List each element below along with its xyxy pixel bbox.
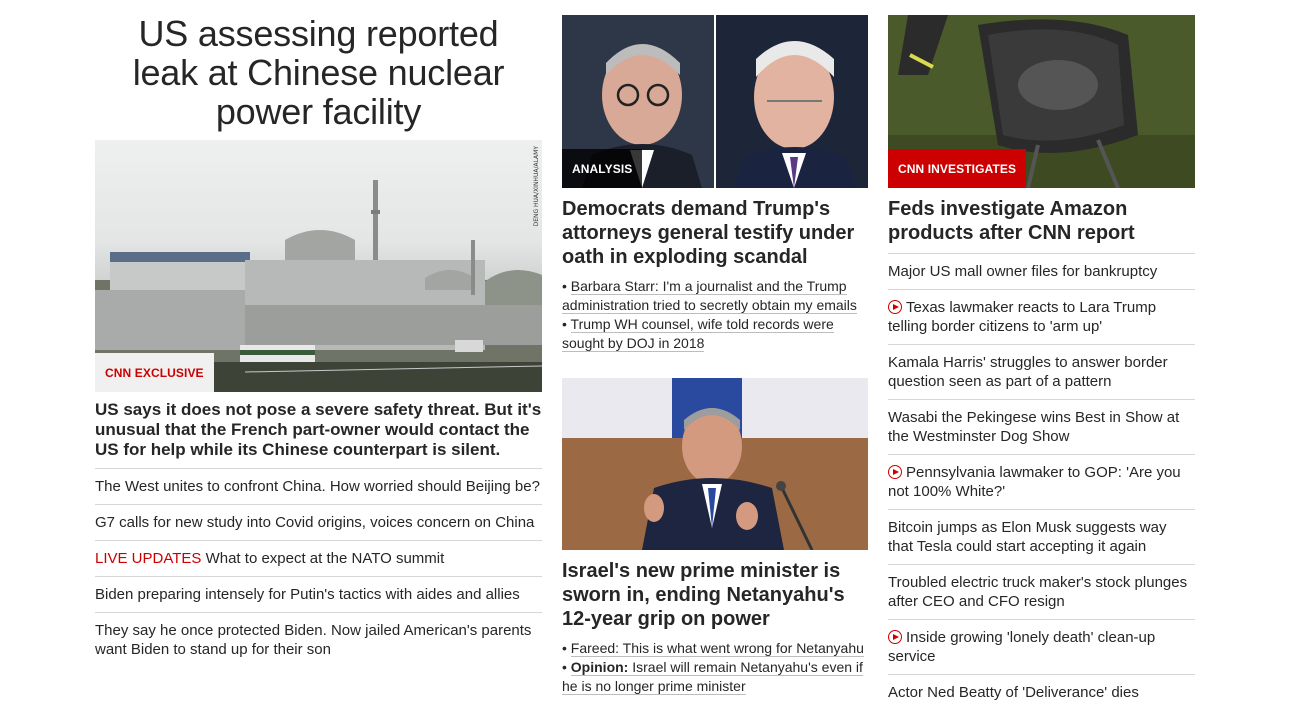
related-link[interactable]: • Trump WH counsel, wife told records we… [562, 315, 868, 353]
list-item[interactable]: Kamala Harris' struggles to answer borde… [888, 345, 1195, 400]
video-play-icon [888, 630, 902, 644]
video-play-icon [888, 465, 902, 479]
lead-story-list: The West unites to confront China. How w… [95, 469, 542, 667]
story-text: G7 calls for new study into Covid origin… [95, 514, 535, 531]
list-item[interactable]: Biden preparing intensely for Putin's ta… [95, 577, 542, 613]
list-item[interactable]: The West unites to confront China. How w… [95, 469, 542, 505]
video-play-icon [888, 300, 902, 314]
analysis-badge: ANALYSIS [562, 149, 643, 188]
related-link[interactable]: • Fareed: This is what went wrong for Ne… [562, 639, 868, 658]
story-text: What to expect at the NATO summit [205, 550, 445, 567]
story-text: They say he once protected Biden. Now ja… [95, 622, 532, 658]
list-item[interactable]: Wasabi the Pekingese wins Best in Show a… [888, 400, 1195, 455]
amazon-products-image[interactable]: CNN INVESTIGATES [888, 15, 1195, 188]
list-item[interactable]: Major US mall owner files for bankruptcy [888, 254, 1195, 290]
list-item[interactable]: Troubled electric truck maker's stock pl… [888, 565, 1195, 620]
lead-headline[interactable]: US assessing reported leak at Chinese nu… [95, 14, 542, 131]
list-item[interactable]: Inside growing 'lonely death' clean-up s… [888, 620, 1195, 675]
nuclear-plant-image[interactable]: DENG HUA/XINHUA/ALAMY CNN EXCLUSIVE [95, 140, 542, 392]
attorneys-general-sublinks: • Barbara Starr: I'm a journalist and th… [562, 277, 868, 353]
netanyahu-illustration [562, 378, 868, 550]
list-item[interactable]: Texas lawmaker reacts to Lara Trump tell… [888, 290, 1195, 345]
netanyahu-sublinks: • Fareed: This is what went wrong for Ne… [562, 639, 868, 696]
list-item[interactable]: Actor Ned Beatty of 'Deliverance' dies [888, 675, 1195, 708]
middle-column: ANALYSIS Democrats demand Trump's attorn… [562, 0, 868, 696]
netanyahu-headline[interactable]: Israel's new prime minister is sworn in,… [562, 559, 868, 631]
opinion-label: Opinion: [570, 659, 629, 675]
list-item[interactable]: LIVE UPDATES What to expect at the NATO … [95, 541, 542, 577]
amazon-headline[interactable]: Feds investigate Amazon products after C… [888, 197, 1195, 245]
netanyahu-image[interactable] [562, 378, 868, 550]
list-item[interactable]: G7 calls for new study into Covid origin… [95, 505, 542, 541]
list-item[interactable]: Pennsylvania lawmaker to GOP: 'Are you n… [888, 455, 1195, 510]
story-text: The West unites to confront China. How w… [95, 478, 540, 495]
image-credit: DENG HUA/XINHUA/ALAMY [533, 146, 540, 227]
list-item[interactable]: They say he once protected Biden. Now ja… [95, 613, 542, 667]
related-link[interactable]: • Barbara Starr: I'm a journalist and th… [562, 277, 868, 315]
live-updates-label: LIVE UPDATES [95, 550, 202, 567]
right-story-list: Major US mall owner files for bankruptcy… [888, 253, 1195, 708]
right-column: CNN INVESTIGATES Feds investigate Amazon… [888, 0, 1195, 708]
cnn-exclusive-badge: CNN EXCLUSIVE [95, 353, 214, 392]
related-link[interactable]: • Opinion: Israel will remain Netanyahu'… [562, 658, 868, 696]
attorneys-general-image[interactable]: ANALYSIS [562, 15, 868, 188]
lead-column: US assessing reported leak at Chinese nu… [95, 0, 542, 667]
lead-summary[interactable]: US says it does not pose a severe safety… [95, 400, 542, 469]
list-item[interactable]: Bitcoin jumps as Elon Musk suggests way … [888, 510, 1195, 565]
cnn-investigates-badge: CNN INVESTIGATES [888, 149, 1027, 188]
story-text: Biden preparing intensely for Putin's ta… [95, 586, 520, 603]
attorneys-general-headline[interactable]: Democrats demand Trump's attorneys gener… [562, 197, 868, 269]
